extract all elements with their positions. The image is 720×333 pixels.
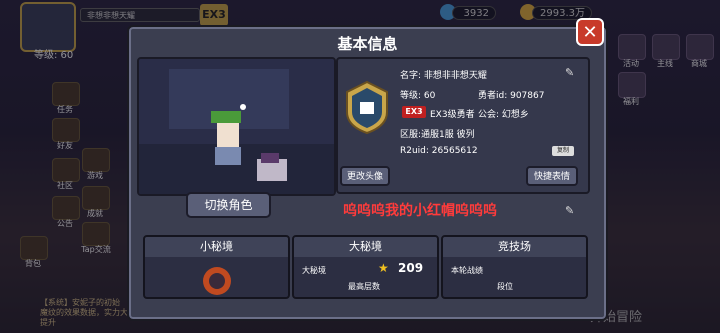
quick-emote-button[interactable]: 快捷表情: [526, 166, 578, 186]
character-preview: [137, 57, 336, 196]
card-small-secret[interactable]: 小秘境: [143, 235, 290, 299]
card-row-label: 本轮战绩: [451, 266, 483, 275]
modal-title: 基本信息: [337, 35, 398, 53]
info-hero-id: 勇者id: 907867: [478, 91, 545, 101]
info-name: 名字: 非想非非想天耀: [400, 71, 487, 81]
character-scene: [139, 59, 334, 194]
info-level: 等级: 60: [400, 91, 436, 101]
info-server: 区服:通服1服 彼列: [400, 130, 475, 140]
signature-text[interactable]: 呜呜呜我的小红帽呜呜呜: [343, 200, 497, 220]
rank-emblem: [346, 80, 388, 135]
info-guild: 公会: 幻想乡: [478, 110, 529, 120]
card-row-label: 大秘境: [302, 266, 326, 275]
change-avatar-button[interactable]: 更改头像: [340, 166, 390, 186]
card-row-label: 最高层数: [348, 282, 380, 291]
close-icon: ✕: [582, 22, 598, 43]
card-title: 小秘境: [145, 237, 288, 257]
info-r2uid: R2uid: 26565612: [400, 146, 478, 156]
card-title: 竞技场: [443, 237, 586, 257]
copy-button[interactable]: 复制: [552, 146, 574, 156]
close-button[interactable]: ✕: [576, 18, 604, 46]
switch-character-button[interactable]: 切换角色: [186, 192, 271, 218]
edit-signature-icon[interactable]: ✎: [565, 205, 577, 217]
card-arena[interactable]: 竞技场 本轮战绩 段位: [441, 235, 588, 299]
card-title: 大秘境: [294, 237, 437, 257]
boss-icon: [203, 267, 231, 295]
star-icon: ★: [378, 261, 389, 275]
card-score: 209: [398, 261, 424, 275]
rank-badge: EX3: [402, 106, 426, 118]
card-big-secret[interactable]: 大秘境 大秘境 ★ 209 最高层数: [292, 235, 439, 299]
info-rank: EX3级勇者: [430, 110, 475, 120]
card-row-label: 段位: [497, 282, 513, 291]
edit-icon[interactable]: ✎: [565, 67, 577, 79]
